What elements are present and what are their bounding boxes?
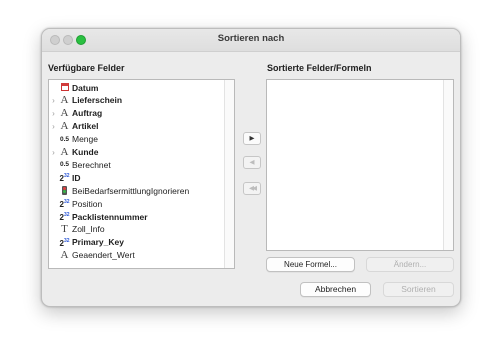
field-name: Menge	[72, 134, 98, 145]
chevron-right-icon[interactable]: ›	[49, 109, 58, 118]
window-title: Sortieren nach	[217, 33, 285, 44]
text-field-icon: A	[60, 106, 69, 119]
field-name: Auftrag	[72, 108, 103, 119]
text-field-icon: A	[60, 248, 69, 261]
field-row[interactable]: ›232Packlistennummer	[49, 210, 225, 223]
text-field-icon: A	[60, 119, 69, 132]
field-name: Berechnet	[72, 159, 111, 170]
field-name: ID	[72, 172, 81, 183]
field-row[interactable]: ›232Position	[49, 197, 225, 210]
sort-button[interactable]: Sortieren	[383, 282, 454, 297]
field-name: Position	[72, 198, 103, 209]
integer-icon: 232	[59, 212, 70, 222]
change-button[interactable]: Ändern...	[366, 257, 454, 272]
available-fields-label: Verfügbare Felder	[48, 63, 125, 73]
available-fields-list[interactable]: ›Datum›ALieferschein›AAuftrag›AArtikel›0…	[48, 79, 235, 269]
field-row[interactable]: ›232ID	[49, 171, 225, 184]
field-row[interactable]: › A Kunde	[49, 146, 225, 159]
remove-field-button[interactable]: ◀	[243, 156, 261, 169]
field-row[interactable]: ›232Primary_Key	[49, 236, 225, 249]
field-name: Artikel	[72, 121, 99, 132]
field-row[interactable]: ›Datum	[49, 81, 225, 94]
double-left-icon: ◀◀	[249, 185, 257, 192]
field-name: Zoll_Info	[72, 224, 105, 235]
integer-icon: 232	[59, 237, 70, 248]
integer-icon: 232	[59, 173, 70, 184]
sorted-fields-label: Sortierte Felder/Formeln	[267, 63, 372, 73]
field-name: Kunde	[72, 147, 99, 157]
field-name: Lieferschein	[72, 95, 123, 106]
calendar-icon	[58, 81, 71, 94]
cancel-button[interactable]: Abbrechen	[300, 282, 371, 297]
sort-dialog: Sortieren nach Verfügbare Felder Sortier…	[41, 28, 461, 307]
chevron-right-icon[interactable]: ›	[49, 96, 58, 105]
available-fields-scrollbar[interactable]	[224, 80, 234, 268]
text-field-icon: A	[60, 145, 69, 158]
add-field-button[interactable]: ▶	[243, 132, 261, 145]
field-row[interactable]: ›0.5Berechnet	[49, 158, 225, 171]
chevron-right-icon[interactable]: ›	[49, 122, 58, 131]
field-name: BeiBedarfsermittlungIgnorieren	[72, 185, 190, 196]
field-name: Datum	[72, 82, 99, 93]
field-name: Primary_Key	[72, 237, 124, 248]
text-field-icon: A	[60, 93, 69, 106]
field-row[interactable]: ›AGeaendert_Wert	[49, 249, 225, 262]
field-row[interactable]: ›0.5Menge	[49, 133, 225, 146]
new-formula-button[interactable]: Neue Formel...	[266, 257, 355, 272]
play-right-icon: ▶	[249, 135, 255, 142]
play-left-icon: ◀	[249, 159, 255, 166]
field-row[interactable]: ›BeiBedarfsermittlungIgnorieren	[49, 184, 225, 197]
sorted-fields-scrollbar[interactable]	[443, 80, 453, 250]
field-row[interactable]: › A Lieferschein	[49, 94, 225, 107]
chevron-right-icon[interactable]: ›	[49, 148, 58, 157]
field-row[interactable]: › A Auftrag	[49, 107, 225, 120]
sorted-fields-list[interactable]	[266, 79, 454, 251]
decimal-icon: 0.5	[59, 135, 70, 143]
title-bar: Sortieren nach	[42, 29, 460, 52]
field-row[interactable]: › A Artikel	[49, 120, 225, 133]
remove-all-fields-button[interactable]: ◀◀	[243, 182, 261, 195]
field-name: Packlistennummer	[72, 211, 148, 222]
field-row[interactable]: ›TZoll_Info	[49, 223, 225, 236]
field-name: Geaendert_Wert	[72, 250, 135, 261]
